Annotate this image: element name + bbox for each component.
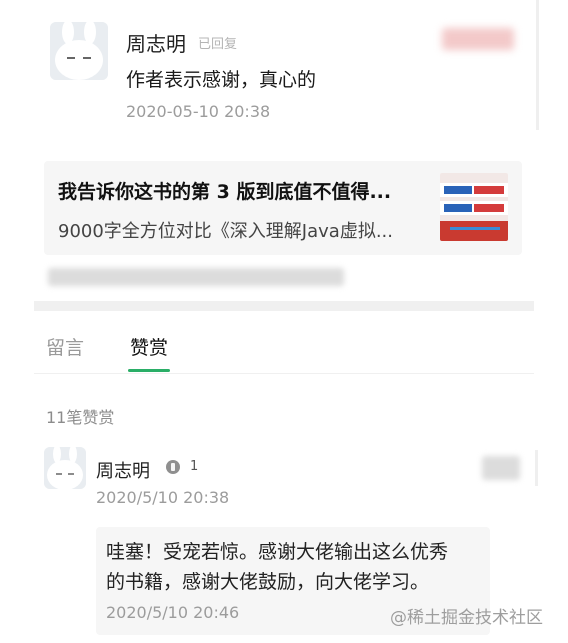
reward-badge: 1 (166, 459, 198, 474)
article-title: 我告诉你这书的第 3 版到底值不值得... (58, 181, 392, 203)
avatar[interactable] (50, 22, 108, 80)
book-thumbnail-icon (440, 173, 508, 241)
tabs-bottom-border (34, 373, 534, 374)
article-card[interactable]: 我告诉你这书的第 3 版到底值不值得... 9000字全方位对比《深入理解Jav… (44, 161, 522, 255)
reward-avatar[interactable] (44, 447, 86, 489)
section-divider (34, 301, 534, 311)
reward-count: 11笔赞赏 (46, 408, 115, 427)
commenter-name: 周志明 (126, 32, 186, 56)
reward-badge-icon (166, 459, 180, 474)
tab-rewards[interactable]: 赞赏 (130, 333, 168, 360)
blurred-like-area (442, 28, 514, 50)
article-thumbnail (440, 173, 508, 241)
tab-active-underline (128, 369, 170, 372)
article-subtitle: 9000字全方位对比《深入理解Java虚拟... (58, 221, 393, 242)
top-right-edge (536, 0, 539, 130)
blurred-amount (482, 456, 520, 480)
comment-text: 作者表示感谢，真心的 (126, 69, 317, 91)
tab-comments[interactable]: 留言 (46, 333, 84, 360)
reward-time: 2020/5/10 20:38 (96, 488, 230, 507)
watermark: @稀土掘金技术社区 (390, 608, 543, 628)
rabbit-avatar-icon (50, 22, 108, 80)
reward-name: 周志明 (96, 461, 150, 482)
reward-badge-count: 1 (190, 459, 199, 474)
reply-text-line-2: 的书籍，感谢大佬鼓励，向大佬学习。 (106, 571, 430, 593)
reply-time: 2020/5/10 20:46 (106, 603, 240, 622)
comment-time: 2020-05-10 20:38 (126, 102, 271, 121)
right-edge-line (535, 450, 538, 486)
reply-text-line-1: 哇塞！受宠若惊。感谢大佬输出这么优秀 (106, 541, 449, 563)
blurred-meta-row (48, 268, 344, 286)
rabbit-avatar-icon (44, 447, 86, 489)
replied-label: 已回复 (198, 37, 238, 52)
